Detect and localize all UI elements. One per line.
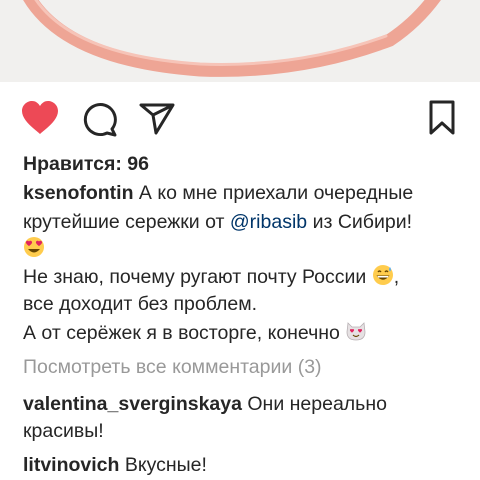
caption-text: А от серёжек я в восторге, конечно [23, 322, 340, 344]
comment-text: Они нереально [247, 393, 387, 415]
heart-icon[interactable] [20, 100, 60, 136]
post-photo[interactable] [0, 0, 480, 82]
bookmark-icon[interactable] [428, 100, 456, 136]
likes-count[interactable]: Нравится: 96 [23, 152, 149, 176]
comment-text: Вкусные! [124, 454, 207, 476]
caption-text: А ко мне приехали очередные [138, 182, 414, 204]
caption-line: А от серёжек я в восторге, конечно [23, 320, 367, 345]
caption-line: ksenofontin А ко мне приехали очередные [23, 181, 413, 205]
caption-line: крутейшие сережки от @ribasib из Сибири! [23, 210, 412, 234]
post-action-bar [0, 96, 480, 146]
caption-line [23, 236, 45, 260]
heart-eyes-cat-emoji [346, 322, 366, 341]
comment: valentina_sverginskaya Они нереально [23, 392, 387, 416]
caption-text: Не знаю, почему ругают почту России [23, 266, 367, 288]
caption-line: все доходит без проблем. [23, 293, 258, 315]
caption-text: крутейшие сережки от [23, 211, 225, 233]
comment-icon[interactable] [81, 100, 119, 138]
comment-username[interactable]: litvinovich [23, 454, 119, 476]
caption-line: Не знаю, почему ругают почту России , [23, 264, 399, 289]
comment-text: красивы! [23, 420, 104, 442]
caption-text: из Сибири! [312, 211, 413, 233]
heart-eyes-emoji [24, 237, 44, 257]
comment-username[interactable]: valentina_sverginskaya [23, 393, 242, 415]
grinning-sweat-emoji [372, 265, 393, 285]
view-all-comments-link[interactable]: Посмотреть все комментарии (3) [23, 355, 322, 379]
author-username[interactable]: ksenofontin [23, 182, 134, 204]
send-icon[interactable] [138, 102, 176, 136]
earring-hoop-image [23, 0, 441, 77]
mention-link[interactable]: @ribasib [230, 211, 307, 233]
comment: litvinovich Вкусные! [23, 453, 207, 477]
caption-text: , [393, 266, 400, 288]
